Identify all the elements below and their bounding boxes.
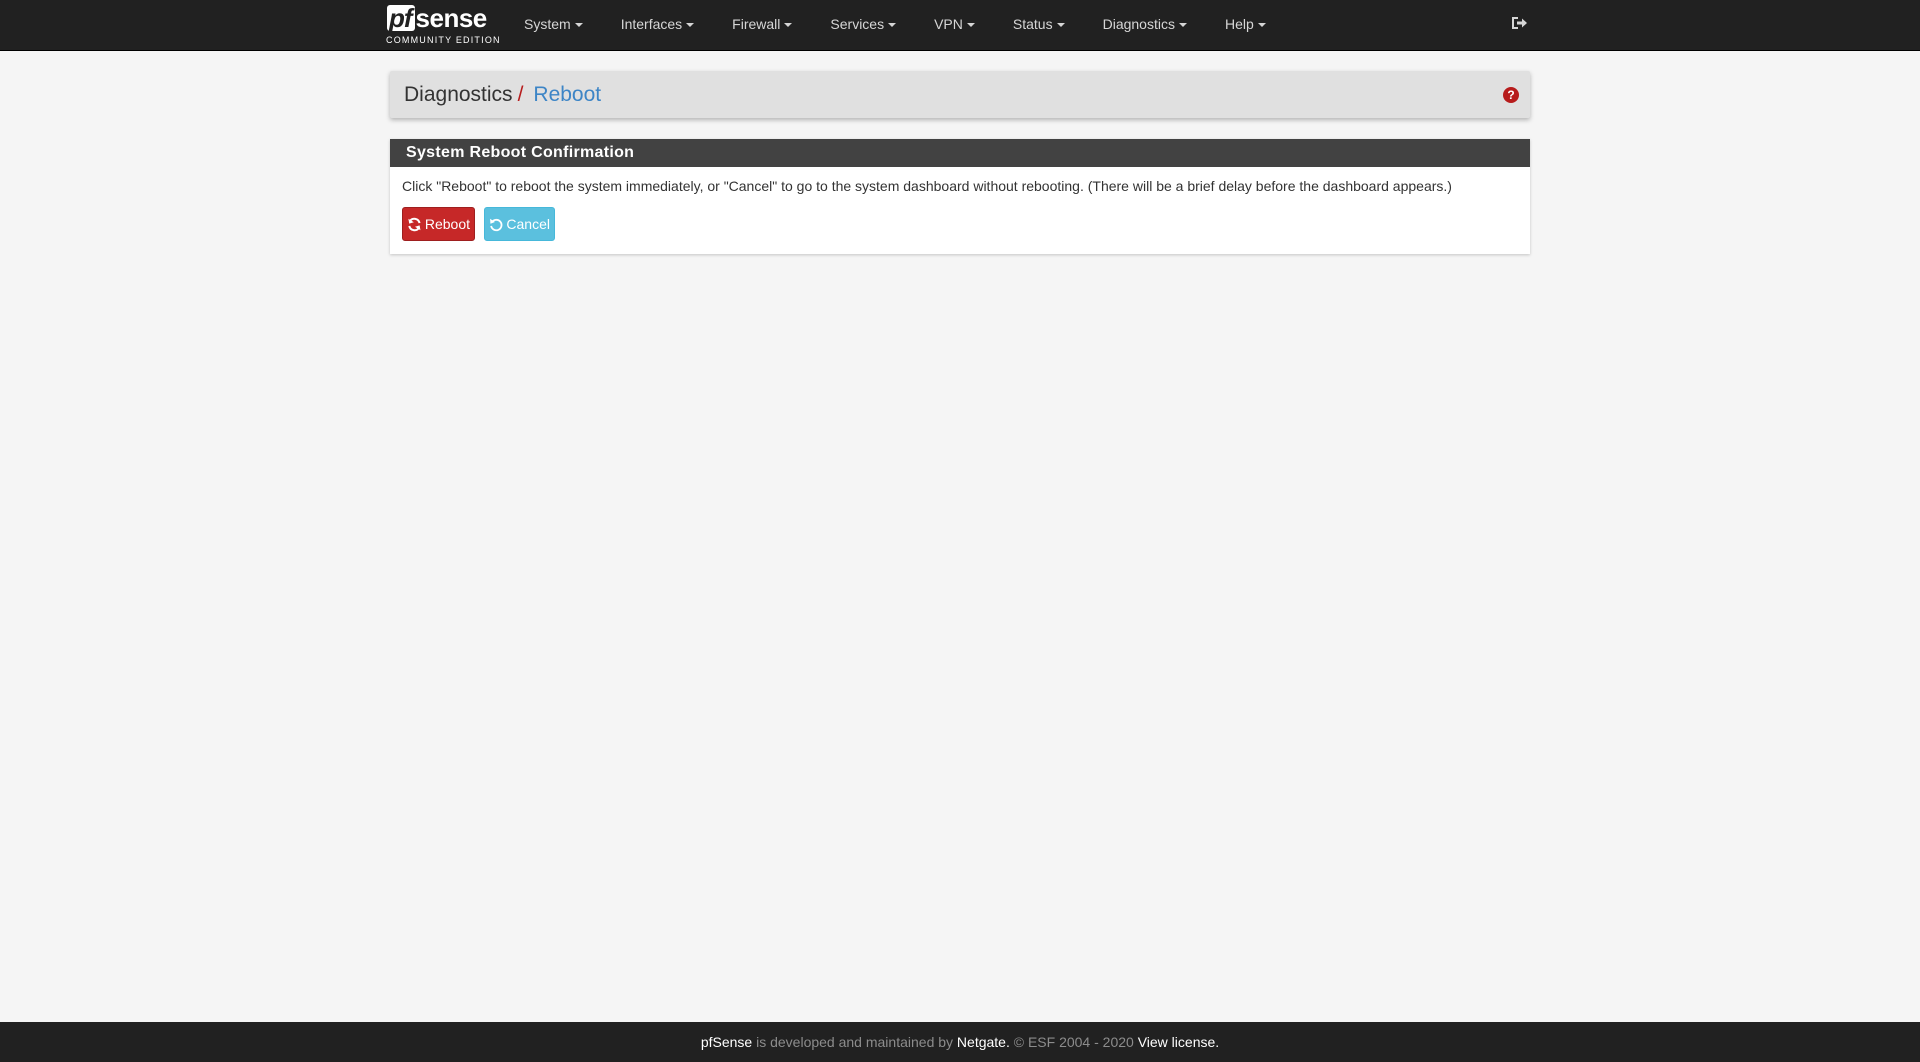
button-row: Reboot Cancel <box>402 207 1518 241</box>
page-header: Diagnostics / Reboot ? <box>390 71 1530 118</box>
menu-label: Firewall <box>732 16 781 32</box>
caret-down-icon <box>888 23 897 28</box>
footer-license-link[interactable]: View license. <box>1138 1034 1219 1050</box>
navbar-container: pf sense COMMUNITY EDITION System Interfa… <box>385 0 1530 51</box>
undo-icon <box>490 218 503 231</box>
caret-down-icon <box>784 23 793 28</box>
reboot-button-label: Reboot <box>424 216 470 232</box>
menu-firewall[interactable]: Firewall <box>713 0 811 51</box>
caret-down-icon <box>1257 23 1266 28</box>
reboot-confirmation-panel: System Reboot Confirmation Click "Reboot… <box>390 139 1530 254</box>
menu-status[interactable]: Status <box>994 0 1084 51</box>
menu-system[interactable]: System <box>505 0 602 51</box>
panel-title: System Reboot Confirmation <box>390 139 1530 167</box>
caret-down-icon <box>1178 23 1187 28</box>
question-circle-icon[interactable]: ? <box>1503 87 1519 103</box>
caret-down-icon <box>686 23 695 28</box>
footer-product: pfSense <box>700 1034 753 1050</box>
menu-vpn[interactable]: VPN <box>915 0 994 51</box>
logo-edition: COMMUNITY EDITION <box>386 35 501 45</box>
breadcrumb-separator: / <box>517 83 524 106</box>
confirmation-message: Click "Reboot" to reboot the system imme… <box>402 178 1452 194</box>
menu-label: System <box>524 16 571 32</box>
pfsense-logo[interactable]: pf sense COMMUNITY EDITION <box>385 5 500 47</box>
footer-copyright: © ESF 2004 - 2020 <box>1009 1034 1138 1050</box>
breadcrumb-section: Diagnostics <box>404 83 513 106</box>
caret-down-icon <box>574 23 583 28</box>
logo-pf: pf <box>387 5 415 31</box>
breadcrumb-page-link[interactable]: Reboot <box>533 83 601 106</box>
menu-interfaces[interactable]: Interfaces <box>602 0 713 51</box>
footer-netgate-link[interactable]: Netgate. <box>957 1034 1010 1050</box>
panel-body: Click "Reboot" to reboot the system imme… <box>390 178 1530 241</box>
caret-down-icon <box>966 23 975 28</box>
logo-sense: sense <box>415 3 488 33</box>
menu-diagnostics[interactable]: Diagnostics <box>1084 0 1206 51</box>
menu-label: Diagnostics <box>1102 16 1175 32</box>
menu-label: VPN <box>934 16 963 32</box>
footer-text: is developed and maintained by <box>752 1034 957 1050</box>
main-menu: System Interfaces Firewall Services VPN … <box>505 0 1285 51</box>
menu-label: Help <box>1224 16 1254 32</box>
cancel-button-label: Cancel <box>506 216 550 232</box>
refresh-icon <box>408 217 421 231</box>
sign-out-icon[interactable] <box>1510 14 1530 34</box>
breadcrumb: Diagnostics / Reboot <box>404 71 601 118</box>
reboot-button[interactable]: Reboot <box>402 207 475 241</box>
menu-label: Services <box>830 16 885 32</box>
logo-wordmark: pf sense <box>387 5 487 33</box>
top-navbar: pf sense COMMUNITY EDITION System Interfa… <box>0 0 1920 51</box>
cancel-button[interactable]: Cancel <box>484 207 555 241</box>
caret-down-icon <box>1056 23 1065 28</box>
menu-services[interactable]: Services <box>811 0 915 51</box>
page-footer: pfSense is developed and maintained by N… <box>0 1022 1920 1062</box>
menu-help[interactable]: Help <box>1206 0 1285 51</box>
menu-label: Status <box>1012 16 1053 32</box>
menu-label: Interfaces <box>620 16 683 32</box>
